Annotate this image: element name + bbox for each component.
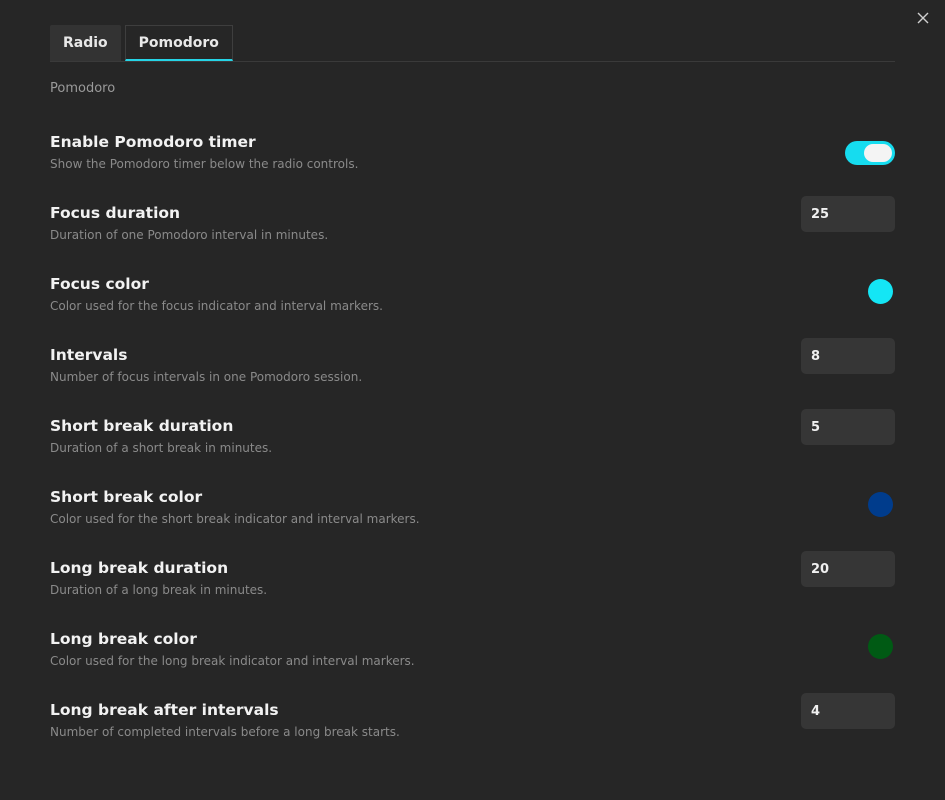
long-break-duration-wrapper	[801, 551, 895, 587]
setting-label: Short break color	[50, 488, 203, 506]
tab-radio[interactable]: Radio	[50, 25, 121, 61]
toggle-knob	[864, 144, 892, 162]
setting-short-break-duration: Short break duration Duration of a short…	[50, 409, 895, 486]
setting-label: Long break color	[50, 630, 197, 648]
setting-focus-duration: Focus duration Duration of one Pomodoro …	[50, 196, 895, 273]
long-break-color-wrapper	[868, 628, 895, 659]
setting-description: Duration of one Pomodoro interval in min…	[50, 228, 329, 242]
setting-label: Focus color	[50, 275, 149, 293]
setting-long-break-color: Long break color Color used for the long…	[50, 628, 895, 699]
setting-label: Long break duration	[50, 559, 229, 577]
setting-label: Long break after intervals	[50, 701, 279, 719]
setting-description: Number of completed intervals before a l…	[50, 725, 400, 739]
setting-description: Duration of a long break in minutes.	[50, 583, 268, 597]
tab-bar: Radio Pomodoro	[50, 25, 895, 62]
setting-label: Enable Pomodoro timer	[50, 133, 256, 151]
close-button[interactable]	[913, 8, 933, 28]
setting-focus-color: Focus color Color used for the focus ind…	[50, 273, 895, 344]
long-break-after-input[interactable]	[801, 693, 895, 729]
focus-color-wrapper	[868, 273, 895, 304]
setting-long-break-duration: Long break duration Duration of a long b…	[50, 551, 895, 628]
settings-list: Enable Pomodoro timer Show the Pomodoro …	[50, 131, 895, 770]
focus-duration-wrapper	[801, 196, 895, 232]
setting-long-break-after: Long break after intervals Number of com…	[50, 693, 895, 770]
enable-pomodoro-toggle[interactable]	[845, 141, 895, 165]
short-break-duration-wrapper	[801, 409, 895, 445]
focus-duration-input[interactable]	[801, 196, 895, 232]
setting-label: Focus duration	[50, 204, 181, 222]
long-break-after-wrapper	[801, 693, 895, 729]
section-title: Pomodoro	[50, 81, 116, 96]
setting-description: Color used for the focus indicator and i…	[50, 299, 383, 313]
setting-description: Color used for the short break indicator…	[50, 512, 420, 526]
intervals-wrapper	[801, 338, 895, 374]
intervals-input[interactable]	[801, 338, 895, 374]
close-icon	[917, 12, 929, 24]
focus-color-swatch[interactable]	[868, 279, 893, 304]
setting-label: Short break duration	[50, 417, 234, 435]
short-break-color-wrapper	[868, 486, 895, 517]
short-break-color-swatch[interactable]	[868, 492, 893, 517]
enable-toggle-wrapper	[845, 141, 895, 165]
setting-description: Duration of a short break in minutes.	[50, 441, 273, 455]
long-break-duration-input[interactable]	[801, 551, 895, 587]
setting-description: Number of focus intervals in one Pomodor…	[50, 370, 363, 384]
setting-intervals: Intervals Number of focus intervals in o…	[50, 338, 895, 415]
setting-short-break-color: Short break color Color used for the sho…	[50, 486, 895, 557]
short-break-duration-input[interactable]	[801, 409, 895, 445]
setting-description: Color used for the long break indicator …	[50, 654, 415, 668]
settings-dialog: Radio Pomodoro Pomodoro Enable Pomodoro …	[0, 0, 945, 800]
tab-pomodoro[interactable]: Pomodoro	[124, 25, 233, 61]
long-break-color-swatch[interactable]	[868, 634, 893, 659]
setting-description: Show the Pomodoro timer below the radio …	[50, 157, 359, 171]
setting-enable-pomodoro: Enable Pomodoro timer Show the Pomodoro …	[50, 131, 895, 202]
setting-label: Intervals	[50, 346, 128, 364]
